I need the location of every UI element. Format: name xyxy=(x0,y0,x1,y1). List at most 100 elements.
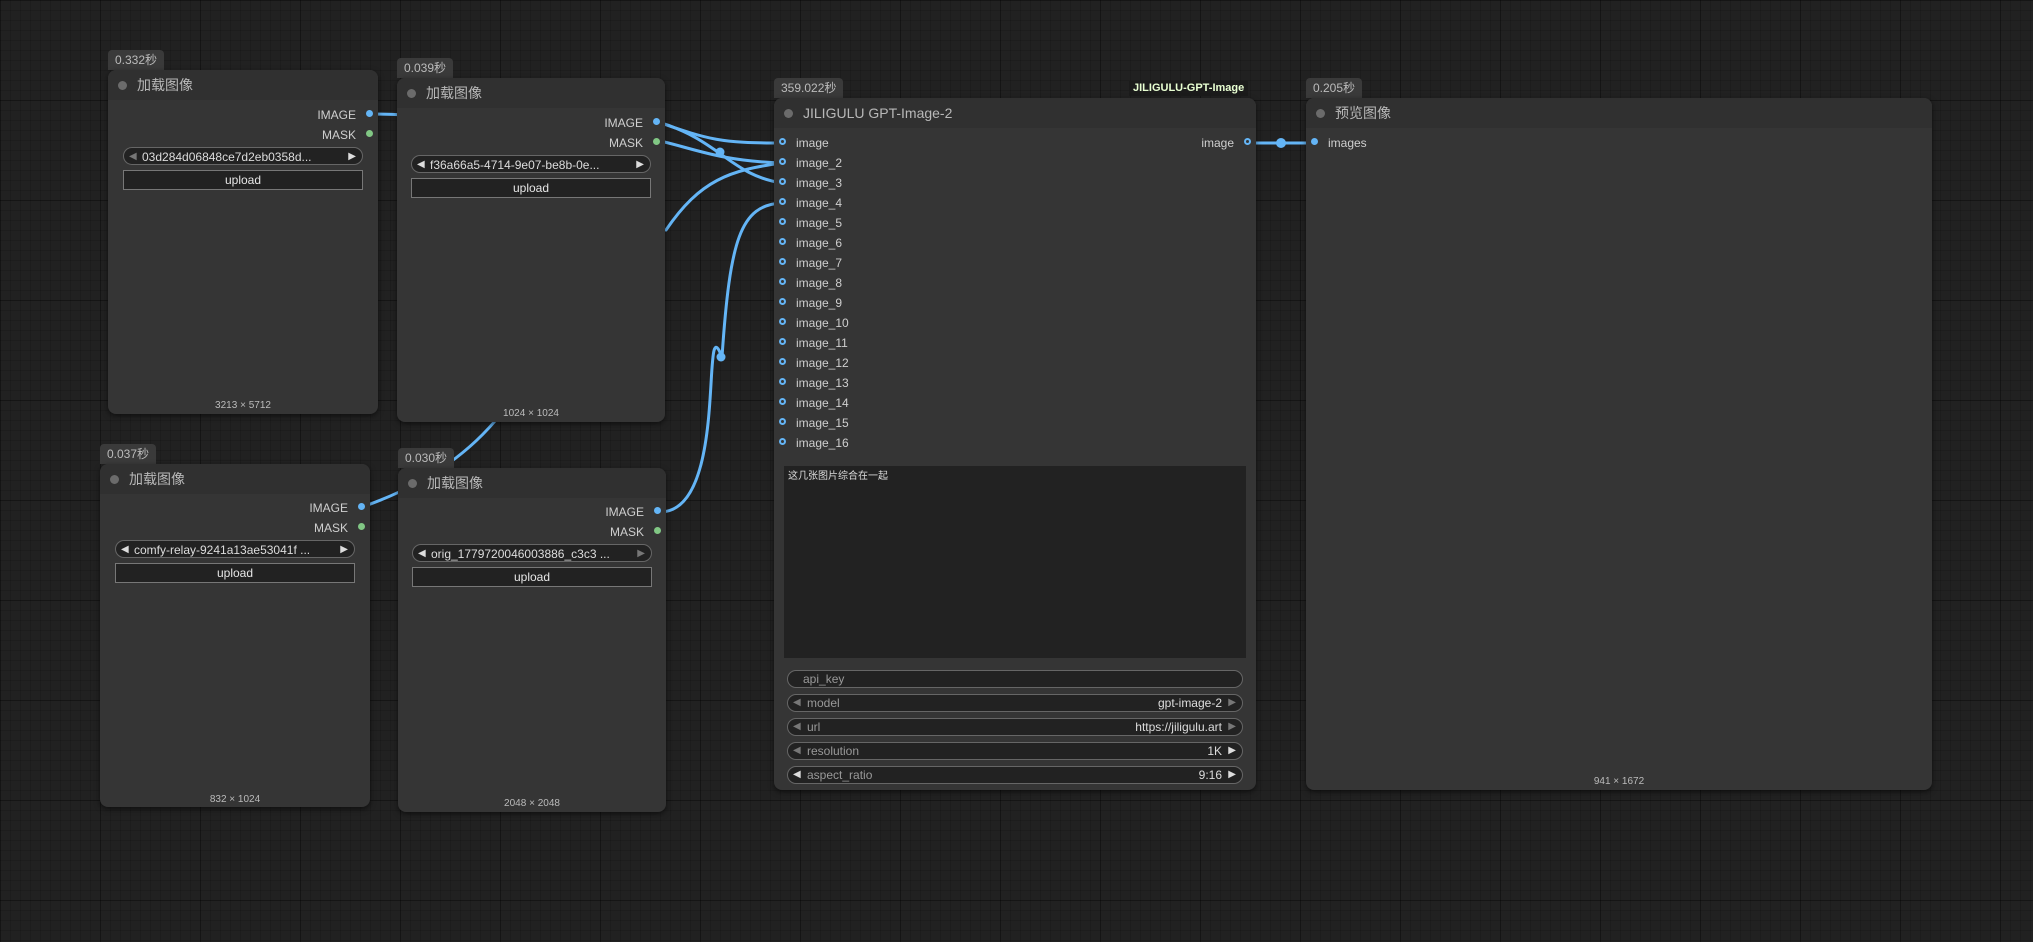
input-image-12[interactable]: image_12 xyxy=(774,354,849,372)
output-image[interactable]: IMAGE xyxy=(309,499,370,517)
output-mask[interactable]: MASK xyxy=(610,523,666,541)
input-image-8[interactable]: image_8 xyxy=(774,274,842,292)
input-image-11[interactable]: image_11 xyxy=(774,334,848,352)
prev-arrow-icon[interactable]: ◀ xyxy=(418,545,426,561)
node-title[interactable]: JILIGULU GPT-Image-2 xyxy=(774,98,1256,128)
load-image-node-1[interactable]: 加载图像 IMAGE MASK ◀ 03d284d06848ce7d2eb0358… xyxy=(108,70,378,414)
image-file-combo[interactable]: ◀ 03d284d06848ce7d2eb0358d... ▶ xyxy=(123,147,363,165)
collapse-dot-icon[interactable] xyxy=(407,89,416,98)
node-title[interactable]: 加载图像 xyxy=(100,464,370,494)
output-slot-icon[interactable] xyxy=(653,138,660,145)
output-slot-icon[interactable] xyxy=(358,503,365,510)
node-title[interactable]: 加载图像 xyxy=(397,78,665,108)
model-combo[interactable]: ◀ model gpt-image-2 ▶ xyxy=(787,694,1243,712)
input-slot-icon[interactable] xyxy=(779,398,786,405)
collapse-dot-icon[interactable] xyxy=(118,81,127,90)
input-slot-icon[interactable] xyxy=(779,218,786,225)
next-arrow-icon[interactable]: ▶ xyxy=(1228,719,1236,735)
input-slot-icon[interactable] xyxy=(779,178,786,185)
input-image-6[interactable]: image_6 xyxy=(774,234,842,252)
prev-arrow-icon[interactable]: ◀ xyxy=(417,156,425,172)
input-image-4[interactable]: image_4 xyxy=(774,194,842,212)
upload-button[interactable]: upload xyxy=(411,178,651,198)
graph-canvas[interactable]: 0.332秒 加载图像 IMAGE MASK ◀ 03d284d06848ce7d… xyxy=(0,0,2033,942)
input-image-3[interactable]: image_3 xyxy=(774,174,842,192)
node-title[interactable]: 预览图像 xyxy=(1306,98,1932,128)
input-slot-icon[interactable] xyxy=(779,278,786,285)
image-file-combo[interactable]: ◀ comfy-relay-9241a13ae53041f ... ▶ xyxy=(115,540,355,558)
input-slot-icon[interactable] xyxy=(779,258,786,265)
prompt-textarea[interactable]: 这几张图片综合在一起 xyxy=(784,466,1246,658)
resolution-combo[interactable]: ◀ resolution 1K ▶ xyxy=(787,742,1243,760)
api-key-field[interactable]: api_key xyxy=(787,670,1243,688)
collapse-dot-icon[interactable] xyxy=(408,479,417,488)
prev-arrow-icon[interactable]: ◀ xyxy=(793,695,801,711)
node-title[interactable]: 加载图像 xyxy=(108,70,378,100)
collapse-dot-icon[interactable] xyxy=(110,475,119,484)
input-slot-icon[interactable] xyxy=(779,358,786,365)
input-slot-icon[interactable] xyxy=(1311,138,1318,145)
prev-arrow-icon[interactable]: ◀ xyxy=(793,719,801,735)
upload-button[interactable]: upload xyxy=(123,170,363,190)
input-image-13[interactable]: image_13 xyxy=(774,374,849,392)
input-slot-icon[interactable] xyxy=(779,138,786,145)
next-arrow-icon[interactable]: ▶ xyxy=(1228,767,1236,783)
url-combo[interactable]: ◀ url https://jiligulu.art ▶ xyxy=(787,718,1243,736)
input-slot-icon[interactable] xyxy=(779,298,786,305)
prev-arrow-icon[interactable]: ◀ xyxy=(121,541,129,557)
node-title[interactable]: 加载图像 xyxy=(398,468,666,498)
output-image[interactable]: image xyxy=(1201,134,1256,152)
input-image-14[interactable]: image_14 xyxy=(774,394,849,412)
input-image-7[interactable]: image_7 xyxy=(774,254,842,272)
next-arrow-icon[interactable]: ▶ xyxy=(636,156,644,172)
image-file-combo[interactable]: ◀ f36a66a5-4714-9e07-be8b-0e... ▶ xyxy=(411,155,651,173)
input-images[interactable]: images xyxy=(1306,134,1367,152)
next-arrow-icon[interactable]: ▶ xyxy=(1228,743,1236,759)
next-arrow-icon[interactable]: ▶ xyxy=(340,541,348,557)
output-slot-icon[interactable] xyxy=(366,130,373,137)
input-slot-icon[interactable] xyxy=(779,378,786,385)
output-slot-icon[interactable] xyxy=(1244,138,1251,145)
output-image[interactable]: IMAGE xyxy=(605,503,666,521)
input-slot-icon[interactable] xyxy=(779,318,786,325)
load-image-node-2[interactable]: 加载图像 IMAGE MASK ◀ f36a66a5-4714-9e07-be8b… xyxy=(397,78,665,422)
input-image[interactable]: image xyxy=(774,134,829,152)
input-image-5[interactable]: image_5 xyxy=(774,214,842,232)
output-slot-icon[interactable] xyxy=(653,118,660,125)
output-slot-icon[interactable] xyxy=(654,527,661,534)
collapse-dot-icon[interactable] xyxy=(784,109,793,118)
aspect-ratio-combo[interactable]: ◀ aspect_ratio 9:16 ▶ xyxy=(787,766,1243,784)
image-file-combo[interactable]: ◀ orig_1779720046003886_c3c3 ... ▶ xyxy=(412,544,652,562)
upload-button[interactable]: upload xyxy=(412,567,652,587)
input-image-10[interactable]: image_10 xyxy=(774,314,849,332)
output-mask[interactable]: MASK xyxy=(314,519,370,537)
input-image-16[interactable]: image_16 xyxy=(774,434,849,452)
input-slot-icon[interactable] xyxy=(779,158,786,165)
input-image-2[interactable]: image_2 xyxy=(774,154,842,172)
output-mask[interactable]: MASK xyxy=(322,126,378,144)
input-slot-icon[interactable] xyxy=(779,438,786,445)
input-image-15[interactable]: image_15 xyxy=(774,414,849,432)
next-arrow-icon[interactable]: ▶ xyxy=(1228,695,1236,711)
input-slot-icon[interactable] xyxy=(779,198,786,205)
next-arrow-icon[interactable]: ▶ xyxy=(348,148,356,164)
prev-arrow-icon[interactable]: ◀ xyxy=(793,767,801,783)
prev-arrow-icon[interactable]: ◀ xyxy=(793,743,801,759)
preview-image-node[interactable]: 预览图像 images 941 × 1672 xyxy=(1306,98,1932,790)
jiligulu-gpt-image-node[interactable]: JILIGULU GPT-Image-2 image image image_2i… xyxy=(774,98,1256,790)
next-arrow-icon[interactable]: ▶ xyxy=(637,545,645,561)
output-mask[interactable]: MASK xyxy=(609,134,665,152)
input-slot-icon[interactable] xyxy=(779,418,786,425)
input-slot-icon[interactable] xyxy=(779,238,786,245)
input-slot-icon[interactable] xyxy=(779,338,786,345)
collapse-dot-icon[interactable] xyxy=(1316,109,1325,118)
output-slot-icon[interactable] xyxy=(358,523,365,530)
input-image-9[interactable]: image_9 xyxy=(774,294,842,312)
output-image[interactable]: IMAGE xyxy=(317,106,378,124)
prev-arrow-icon[interactable]: ◀ xyxy=(129,148,137,164)
output-slot-icon[interactable] xyxy=(366,110,373,117)
load-image-node-3[interactable]: 加载图像 IMAGE MASK ◀ comfy-relay-9241a13ae53… xyxy=(100,464,370,807)
output-image[interactable]: IMAGE xyxy=(604,114,665,132)
upload-button[interactable]: upload xyxy=(115,563,355,583)
output-slot-icon[interactable] xyxy=(654,507,661,514)
